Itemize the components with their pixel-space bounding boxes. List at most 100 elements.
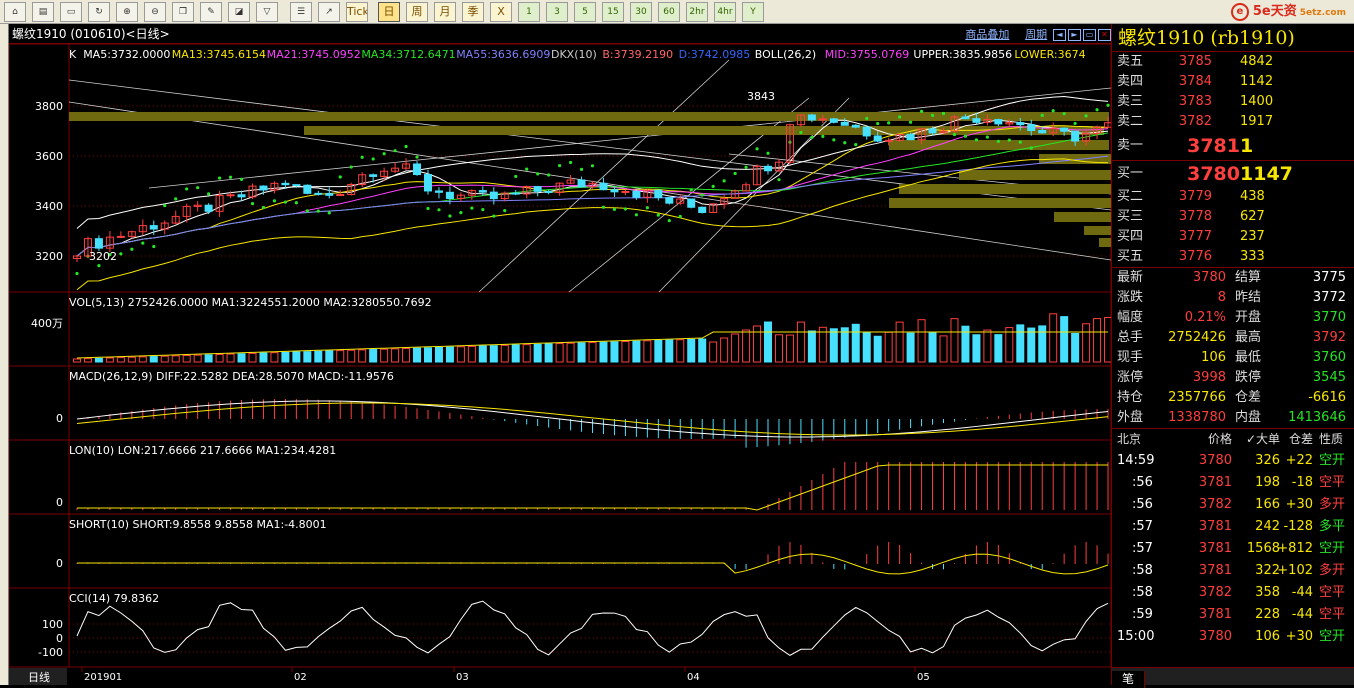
stat-value: 0.21% [1184,310,1226,325]
monitor-icon[interactable]: ▭ [60,2,82,22]
window-icon[interactable]: ❐ [172,2,194,22]
home-icon[interactable]: ⌂ [4,2,26,22]
ask-level: 卖二 3782 1917 [1112,112,1354,132]
kline-chart-area[interactable]: 3800 3600 3400 3200 3843 3202 K MA5:3732.0000 MA… [9,24,1111,685]
minute-button-5[interactable]: 60 [658,2,680,22]
x-axis-label: 04 [687,672,700,683]
bid-price: 3776 [1178,249,1212,264]
tick-volume: 242 [1255,519,1280,534]
prev-icon[interactable]: ◄ [1053,28,1066,41]
overlay-link[interactable]: 商品叠加 [965,25,1009,45]
volume-bar [226,353,235,363]
minute-button-2[interactable]: 5 [574,2,596,22]
period-button-2[interactable]: 月 [434,2,456,22]
volume-bar [248,352,257,363]
volume-bar [259,352,268,363]
volume-bar [434,346,443,363]
period-button-1[interactable]: 周 [406,2,428,22]
bid-volume: 627 [1240,209,1265,224]
bid-label: 买一 [1117,166,1144,181]
sar-dot [623,207,628,211]
list-icon[interactable]: ☰ [290,2,312,22]
restore-icon[interactable]: ▭ [1083,28,1096,41]
zoom-in-icon[interactable]: ⊕ [116,2,138,22]
close-icon[interactable]: ✕ [1098,28,1111,41]
sar-dot [865,116,869,121]
candle-down [687,198,696,208]
volume-bar [380,348,389,363]
volume-bar [489,345,498,363]
period-button-3[interactable]: 季 [462,2,484,22]
sar-dot [667,219,671,223]
kline-chart-svg[interactable]: 380036003400320038433202K MA5:3732.0000 MA… [9,24,1111,685]
volume-bar [391,348,400,363]
tick-header-price: 价格 [1207,432,1232,446]
volume-bar [533,343,542,363]
ask-volume: 1 [1240,135,1254,157]
bid-volume: 237 [1240,229,1265,244]
sar-dot [250,201,255,206]
tick-price: 3781 [1198,607,1232,622]
period-button-4[interactable]: X [490,2,512,22]
ask-levels: 卖五 3785 4842 卖四 3784 1142 卖三 3783 1400 卖二 3782 1917… [1112,52,1354,160]
tick-type: 空开 [1319,453,1346,468]
minute-button-7[interactable]: 4hr [714,2,736,22]
volume-bar [511,344,520,363]
volume-bar [950,318,959,363]
sar-dot [152,244,156,249]
volume-bar [1016,324,1025,363]
bid-label: 买四 [1117,229,1144,244]
trend-icon[interactable]: ↗ [318,2,340,22]
left-side-tabs[interactable] [0,24,9,685]
volume-bar [1038,325,1047,363]
sar-dot [349,165,353,169]
tab-trades[interactable]: 笔 [1112,671,1146,688]
sar-dot [382,152,386,156]
tick-type: 多开 [1319,563,1346,578]
volume-profile-bar [959,170,1111,180]
candle-down [665,197,674,204]
minute-button-0[interactable]: 1 [518,2,540,22]
sar-dot [1029,146,1033,150]
minute-button-3[interactable]: 15 [602,2,624,22]
tick-type: 空平 [1319,475,1346,490]
candle-down [906,133,915,141]
volume-bar [478,345,487,363]
tick-button[interactable]: Tick [346,2,368,22]
period-button-0[interactable]: 日 [378,2,400,22]
sar-dot [711,184,715,188]
eraser-icon[interactable]: ◪ [228,2,250,22]
ask-price: 3784 [1178,74,1212,89]
chart-icon[interactable]: ▤ [32,2,54,22]
minute-button-6[interactable]: 2hr [686,2,708,22]
candle-down [873,135,882,142]
zoom-out-icon[interactable]: ⊖ [144,2,166,22]
candle-down [829,118,838,123]
sar-dot [952,132,957,137]
volume-bar [325,350,334,363]
candle-down [281,182,290,186]
minute-button-1[interactable]: 3 [546,2,568,22]
volume-bar [983,329,992,363]
candle-down [577,179,586,188]
next-icon[interactable]: ► [1068,28,1081,41]
candle-down [369,174,378,177]
sar-dot [481,208,485,212]
sar-dot [1040,113,1044,117]
volume-bar [796,321,805,363]
filter-icon[interactable]: ▽ [256,2,278,22]
sar-dot [1073,121,1077,126]
boll-lower-line [76,158,1109,291]
minute-button-8[interactable]: Y [742,2,764,22]
stat-label: 仓差 [1235,390,1262,405]
pen-icon[interactable]: ✎ [200,2,222,22]
stat-label: 内盘 [1235,410,1262,425]
cci-line [76,600,1109,656]
period-link[interactable]: 周期 [1025,25,1047,45]
volume-bar [632,340,641,363]
volume-bar [654,339,663,363]
minute-button-4[interactable]: 30 [630,2,652,22]
refresh-icon[interactable]: ↻ [88,2,110,22]
volume-bar [742,329,751,363]
lon-axis-label: 0 [56,496,63,509]
